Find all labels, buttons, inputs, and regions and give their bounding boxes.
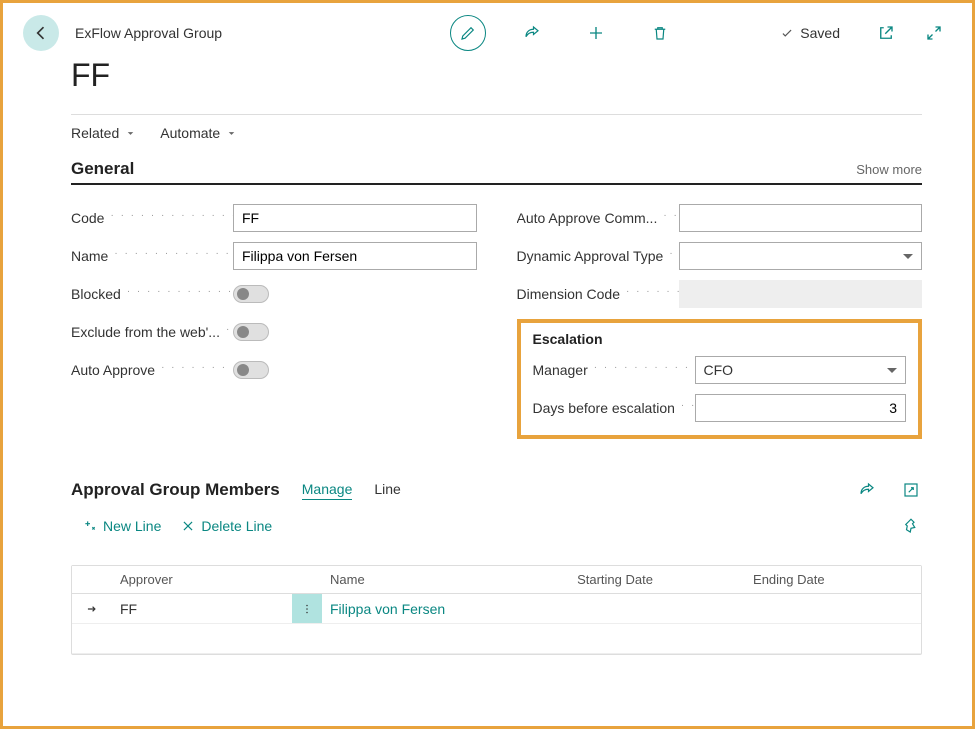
- members-share-icon[interactable]: [856, 479, 878, 501]
- delete-button[interactable]: [642, 15, 678, 51]
- members-expand-icon[interactable]: [900, 479, 922, 501]
- label-name: Name: [71, 248, 233, 264]
- col-ending-date[interactable]: Ending Date: [745, 566, 921, 593]
- expand-button[interactable]: [916, 15, 952, 51]
- page-title: FF: [71, 57, 922, 94]
- col-name[interactable]: Name: [322, 566, 569, 593]
- row-select-icon[interactable]: [72, 602, 112, 616]
- label-exclude: Exclude from the web'...: [71, 324, 233, 340]
- members-table: Approver Name Starting Date Ending Date …: [71, 565, 922, 655]
- menu-related[interactable]: Related: [71, 125, 136, 141]
- label-dimension-code: Dimension Code: [517, 286, 679, 302]
- select-manager[interactable]: CFO: [695, 356, 907, 384]
- cell-start[interactable]: [569, 603, 745, 615]
- menu-automate-label: Automate: [160, 125, 220, 141]
- tab-manage[interactable]: Manage: [302, 481, 353, 500]
- menu-automate[interactable]: Automate: [160, 125, 237, 141]
- input-days-before-escalation[interactable]: [695, 394, 907, 422]
- input-auto-approve-comm[interactable]: [679, 204, 923, 232]
- breadcrumb: ExFlow Approval Group: [75, 25, 222, 41]
- edit-button[interactable]: [450, 15, 486, 51]
- new-button[interactable]: [578, 15, 614, 51]
- label-code: Code: [71, 210, 233, 226]
- cell-name[interactable]: Filippa von Fersen: [322, 595, 569, 623]
- row-menu-button[interactable]: [292, 594, 322, 623]
- tab-line[interactable]: Line: [374, 481, 400, 499]
- col-approver[interactable]: Approver: [112, 566, 292, 593]
- menu-related-label: Related: [71, 125, 119, 141]
- label-auto-approve: Auto Approve: [71, 362, 233, 378]
- delete-line-button[interactable]: Delete Line: [181, 518, 272, 534]
- input-name[interactable]: [233, 242, 477, 270]
- table-row[interactable]: FF Filippa von Fersen: [72, 594, 921, 624]
- saved-label: Saved: [800, 25, 840, 41]
- popout-button[interactable]: [868, 15, 904, 51]
- saved-status: Saved: [780, 25, 840, 41]
- section-general-title: General: [71, 159, 134, 179]
- label-manager: Manager: [533, 362, 695, 378]
- members-title: Approval Group Members: [71, 480, 280, 500]
- toggle-blocked[interactable]: [233, 285, 269, 303]
- toggle-auto-approve[interactable]: [233, 361, 269, 379]
- divider: [71, 114, 922, 115]
- top-actions: [450, 15, 678, 51]
- toggle-exclude[interactable]: [233, 323, 269, 341]
- back-button[interactable]: [23, 15, 59, 51]
- input-dimension-code: [679, 280, 923, 308]
- share-button[interactable]: [514, 15, 550, 51]
- label-days-before-escalation: Days before escalation: [533, 400, 695, 416]
- escalation-title: Escalation: [533, 331, 907, 347]
- input-code[interactable]: [233, 204, 477, 232]
- table-row-empty[interactable]: [72, 624, 921, 654]
- cell-approver[interactable]: FF: [112, 595, 292, 623]
- cell-end[interactable]: [745, 603, 921, 615]
- label-auto-approve-comm: Auto Approve Comm...: [517, 210, 679, 226]
- escalation-section: Escalation Manager CFO Days before escal…: [517, 319, 923, 439]
- pin-icon[interactable]: [900, 515, 922, 537]
- label-blocked: Blocked: [71, 286, 233, 302]
- new-line-button[interactable]: New Line: [83, 518, 161, 534]
- select-dyn-approval-type[interactable]: [679, 242, 923, 270]
- show-more-link[interactable]: Show more: [856, 162, 922, 177]
- label-dyn-approval-type: Dynamic Approval Type: [517, 248, 679, 264]
- col-starting-date[interactable]: Starting Date: [569, 566, 745, 593]
